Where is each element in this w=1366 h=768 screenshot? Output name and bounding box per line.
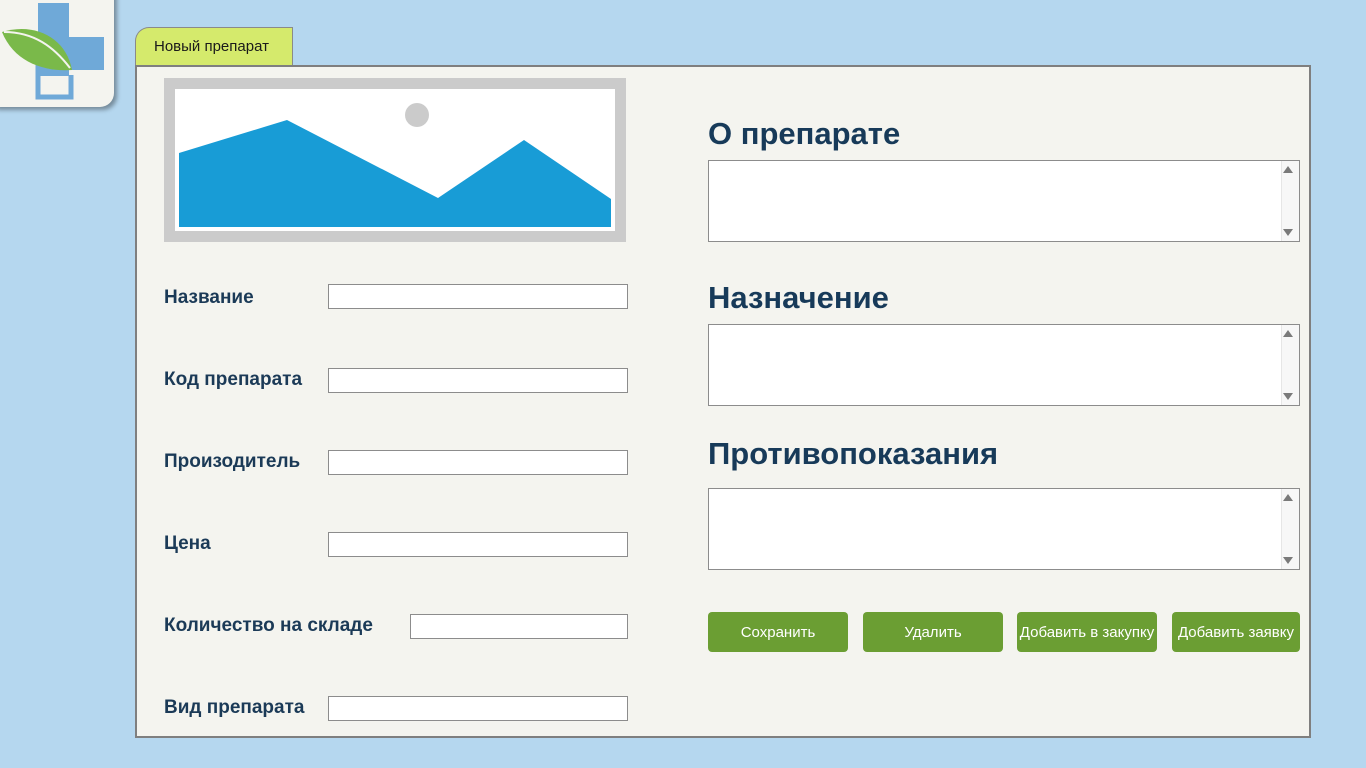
save-button[interactable]: Сохранить: [708, 612, 848, 652]
tab-label: Новый препарат: [154, 38, 269, 55]
app-logo: [0, 0, 114, 107]
stock-quantity-field[interactable]: [410, 614, 628, 639]
medical-cross-leaf-icon: [2, 3, 104, 100]
add-request-button[interactable]: Добавить заявку: [1172, 612, 1300, 652]
image-placeholder-icon: [175, 89, 615, 231]
purpose-textarea[interactable]: [708, 324, 1300, 406]
scroll-up-icon[interactable]: [1283, 330, 1293, 337]
name-label: Название: [164, 287, 254, 308]
about-title: О препарате: [708, 116, 901, 151]
scroll-up-icon[interactable]: [1283, 494, 1293, 501]
purpose-title: Назначение: [708, 280, 889, 315]
scroll-up-icon[interactable]: [1283, 166, 1293, 173]
delete-button[interactable]: Удалить: [863, 612, 1003, 652]
add-to-purchase-button[interactable]: Добавить в закупку: [1017, 612, 1157, 652]
scroll-down-icon[interactable]: [1283, 229, 1293, 236]
drug-code-label: Код препарата: [164, 369, 303, 390]
scroll-down-icon[interactable]: [1283, 393, 1293, 400]
manufacturer-field[interactable]: [328, 450, 628, 475]
drug-image[interactable]: [164, 78, 626, 242]
price-label: Цена: [164, 533, 211, 554]
manufacturer-label: Произодитель: [164, 451, 301, 472]
drug-type-field[interactable]: [328, 696, 628, 721]
contraindications-title: Противопоказания: [708, 436, 999, 471]
app-window: Новый препарат Название Код препарата Пр…: [0, 0, 1366, 768]
drug-type-label: Вид препарата: [164, 697, 305, 718]
stock-quantity-label: Количество на складе: [164, 615, 373, 636]
name-field[interactable]: [328, 284, 628, 309]
about-textarea[interactable]: [708, 160, 1300, 242]
contraindications-textarea[interactable]: [708, 488, 1300, 570]
scroll-down-icon[interactable]: [1283, 557, 1293, 564]
tab-new-drug[interactable]: Новый препарат: [135, 27, 293, 65]
drug-code-field[interactable]: [328, 368, 628, 393]
price-field[interactable]: [328, 532, 628, 557]
